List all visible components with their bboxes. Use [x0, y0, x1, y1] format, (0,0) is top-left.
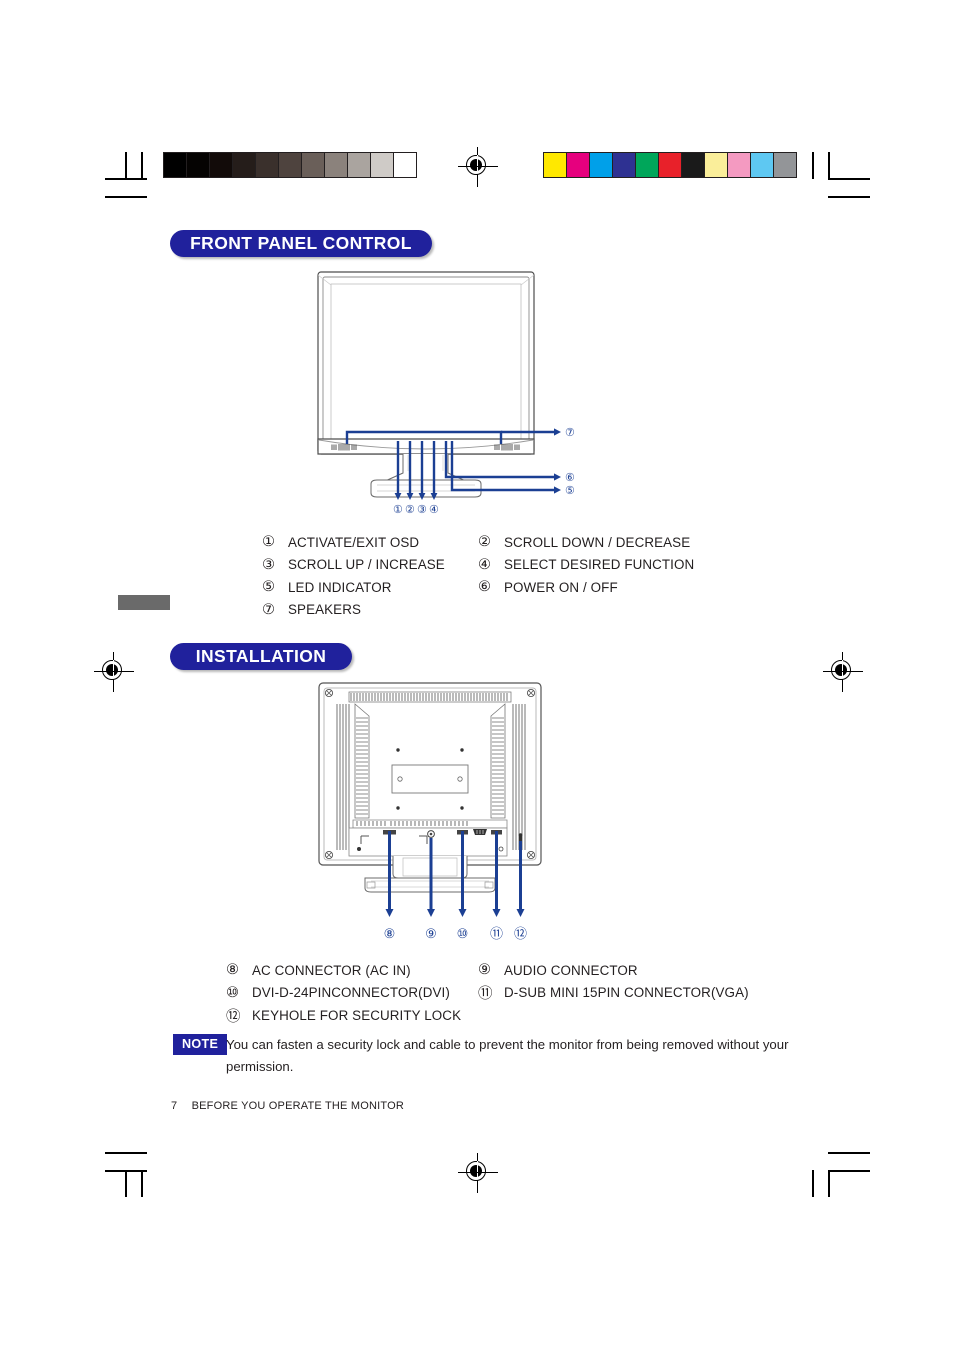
calibration-swatch-5: [659, 153, 682, 177]
note-badge: NOTE: [173, 1034, 228, 1055]
legend-item-11: ⑪ D-SUB MINI 15PIN CONNECTOR(VGA): [478, 982, 749, 1003]
calibration-swatch-4: [636, 153, 659, 177]
footer-page-number: 7: [171, 1100, 178, 1112]
legend-label: LED INDICATOR: [288, 579, 392, 595]
legend-row: ① ACTIVATE/EXIT OSD ② SCROLL DOWN / DECR…: [262, 531, 694, 554]
note-body: You can fasten a security lock and cable…: [226, 1037, 789, 1074]
legend-row: ⑩ DVI-D-24PINCONNECTOR(DVI) ⑪ D-SUB MINI…: [226, 982, 749, 1005]
legend-number: ⑤: [262, 579, 276, 596]
legend-number: ④: [478, 556, 492, 573]
calibration-swatch-6: [682, 153, 705, 177]
legend-label: SELECT DESIRED FUNCTION: [504, 557, 695, 573]
calibration-swatch-8: [728, 153, 751, 177]
monitor-front-view-diagram: ① ② ③ ④ ⑤ ⑥ ⑦: [305, 268, 595, 518]
legend-number: ⑪: [478, 986, 493, 1003]
registration-mark-right: [823, 652, 863, 692]
svg-text:①: ①: [393, 504, 403, 516]
svg-text:⑤: ⑤: [565, 485, 575, 497]
legend-item-7: ⑦ SPEAKERS: [262, 602, 478, 618]
registration-mark-left: [94, 652, 134, 692]
legend-row: ⑤ LED INDICATOR ⑥ POWER ON / OFF: [262, 576, 694, 599]
calibration-swatch-0: [164, 153, 187, 177]
svg-text:⑨: ⑨: [425, 926, 437, 941]
color-calibration-bar: [543, 152, 797, 178]
legend-label: SCROLL UP / INCREASE: [288, 557, 445, 573]
legend-number: ⑦: [262, 601, 276, 618]
legend-item-3: ③ SCROLL UP / INCREASE: [262, 557, 478, 573]
section-heading-label: INSTALLATION: [195, 646, 327, 666]
calibration-swatch-3: [613, 153, 636, 177]
calibration-swatch-10: [394, 153, 416, 177]
svg-text:⑫: ⑫: [514, 926, 527, 941]
registration-mark-top: [458, 147, 498, 187]
svg-text:⑥: ⑥: [565, 472, 575, 484]
calibration-swatch-2: [210, 153, 233, 177]
calibration-swatch-6: [302, 153, 325, 177]
calibration-swatch-1: [567, 153, 590, 177]
legend-label: SPEAKERS: [288, 602, 361, 618]
legend-label: ACTIVATE/EXIT OSD: [288, 534, 420, 550]
legend-item-9: ⑨ AUDIO CONNECTOR: [478, 962, 638, 978]
legend-item-10: ⑩ DVI-D-24PINCONNECTOR(DVI): [226, 985, 478, 1001]
legend-label: AUDIO CONNECTOR: [504, 962, 638, 978]
legend-number: ⑧: [226, 962, 240, 979]
grayscale-calibration-bar: [163, 152, 417, 178]
footer-title: BEFORE YOU OPERATE THE MONITOR: [191, 1100, 404, 1112]
legend-row: ③ SCROLL UP / INCREASE ④ SELECT DESIRED …: [262, 554, 694, 577]
calibration-swatch-0: [544, 153, 567, 177]
legend-item-8: ⑧ AC CONNECTOR (AC IN): [226, 962, 478, 978]
svg-text:③: ③: [417, 504, 427, 516]
calibration-swatch-4: [256, 153, 279, 177]
legend-label: SCROLL DOWN / DECREASE: [504, 534, 691, 550]
calibration-swatch-3: [233, 153, 256, 177]
legend-item-2: ② SCROLL DOWN / DECREASE: [478, 534, 690, 550]
legend-item-12: ⑫ KEYHOLE FOR SECURITY LOCK: [226, 1005, 478, 1026]
svg-text:⑪: ⑪: [490, 926, 503, 941]
legend-row: ⑧ AC CONNECTOR (AC IN) ⑨ AUDIO CONNECTOR: [226, 959, 749, 982]
legend-row: ⑦ SPEAKERS: [262, 599, 694, 622]
legend-number: ②: [478, 534, 492, 551]
legend-item-4: ④ SELECT DESIRED FUNCTION: [478, 557, 694, 573]
gray-edge-tab: [118, 595, 170, 610]
legend-row: ⑫ KEYHOLE FOR SECURITY LOCK: [226, 1004, 749, 1027]
svg-text:②: ②: [405, 504, 415, 516]
svg-text:⑩: ⑩: [457, 926, 469, 941]
legend-number: ⑩: [226, 984, 240, 1001]
legend-item-1: ① ACTIVATE/EXIT OSD: [262, 534, 478, 550]
legend-label: AC CONNECTOR (AC IN): [252, 962, 411, 978]
note-text: You can fasten a security lock and cable…: [226, 1034, 826, 1078]
note-badge-label: NOTE: [182, 1037, 219, 1051]
calibration-swatch-1: [187, 153, 210, 177]
section-heading-front-panel-control: FRONT PANEL CONTROL: [170, 230, 432, 257]
legend-number: ①: [262, 534, 276, 551]
legend-label: D-SUB MINI 15PIN CONNECTOR(VGA): [504, 985, 749, 1001]
legend-item-5: ⑤ LED INDICATOR: [262, 579, 478, 595]
legend-number: ⑥: [478, 579, 492, 596]
legend-number: ⑫: [226, 1008, 241, 1025]
calibration-swatch-7: [325, 153, 348, 177]
calibration-swatch-7: [705, 153, 728, 177]
front-panel-legend: ① ACTIVATE/EXIT OSD ② SCROLL DOWN / DECR…: [262, 531, 694, 621]
calibration-swatch-9: [751, 153, 774, 177]
calibration-swatch-5: [279, 153, 302, 177]
legend-label: POWER ON / OFF: [504, 579, 618, 595]
svg-text:⑦: ⑦: [565, 427, 575, 439]
calibration-swatch-9: [371, 153, 394, 177]
page-footer: 7 BEFORE YOU OPERATE THE MONITOR: [171, 1100, 404, 1112]
registration-mark-bottom: [458, 1153, 498, 1193]
section-heading-label: FRONT PANEL CONTROL: [190, 233, 412, 253]
installation-legend: ⑧ AC CONNECTOR (AC IN) ⑨ AUDIO CONNECTOR…: [226, 959, 749, 1027]
calibration-swatch-10: [774, 153, 796, 177]
monitor-rear-view-diagram: ⑧ ⑨ ⑩ ⑪ ⑫: [305, 678, 555, 953]
legend-number: ③: [262, 556, 276, 573]
legend-label: DVI-D-24PINCONNECTOR(DVI): [252, 985, 450, 1001]
legend-number: ⑨: [478, 962, 492, 979]
calibration-swatch-2: [590, 153, 613, 177]
svg-text:④: ④: [429, 504, 439, 516]
svg-text:⑧: ⑧: [384, 926, 396, 941]
legend-label: KEYHOLE FOR SECURITY LOCK: [252, 1007, 462, 1023]
section-heading-installation: INSTALLATION: [170, 643, 352, 670]
legend-item-6: ⑥ POWER ON / OFF: [478, 579, 618, 595]
calibration-swatch-8: [348, 153, 371, 177]
